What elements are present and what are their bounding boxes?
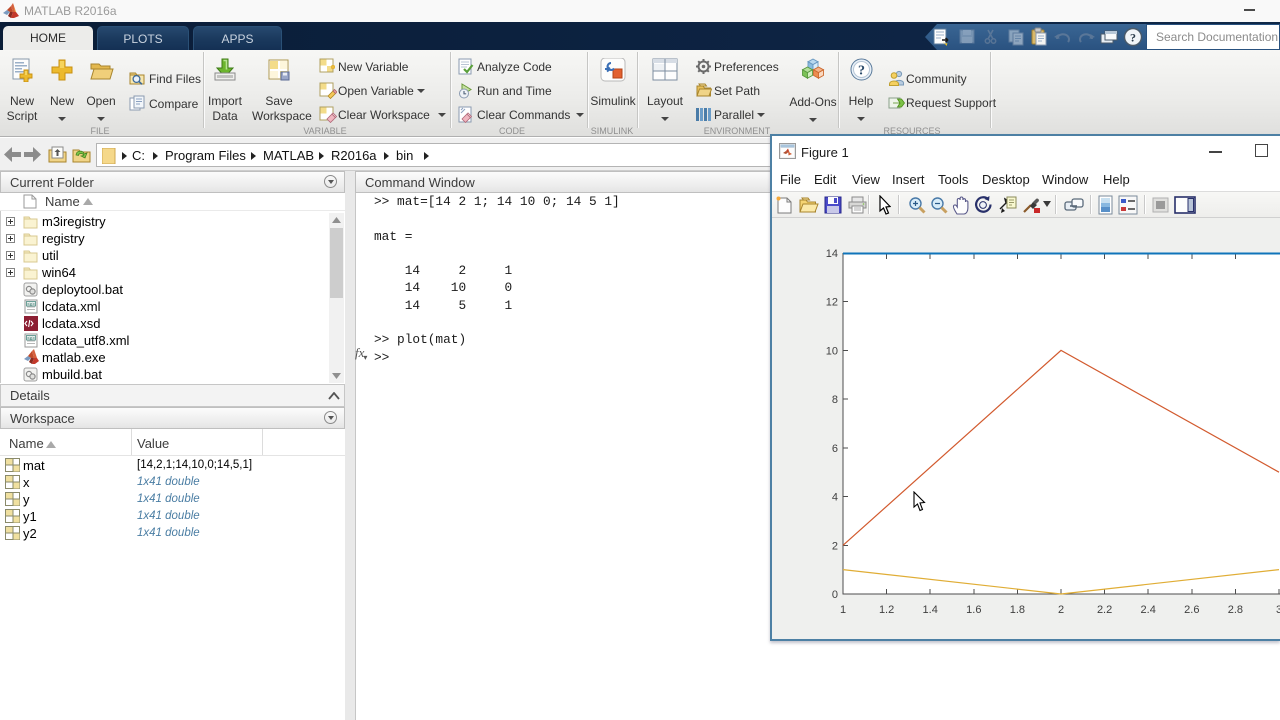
svg-text:<e>: <e> bbox=[27, 302, 35, 307]
svg-text:1: 1 bbox=[840, 604, 846, 616]
svg-text:2: 2 bbox=[832, 540, 838, 552]
svg-text:6: 6 bbox=[832, 443, 838, 455]
svg-text:0: 0 bbox=[832, 589, 838, 601]
svg-text:2.8: 2.8 bbox=[1228, 604, 1243, 616]
svg-text:1.6: 1.6 bbox=[966, 604, 981, 616]
svg-text:<e>: <e> bbox=[27, 336, 35, 341]
svg-text:12: 12 bbox=[826, 297, 838, 309]
svg-text:2: 2 bbox=[1058, 604, 1064, 616]
svg-text:?: ? bbox=[858, 64, 865, 79]
svg-text:2.6: 2.6 bbox=[1184, 604, 1199, 616]
svg-text:1.2: 1.2 bbox=[879, 604, 894, 616]
svg-text:10: 10 bbox=[826, 345, 838, 357]
svg-text:?: ? bbox=[1130, 31, 1136, 45]
svg-text:1.4: 1.4 bbox=[923, 604, 938, 616]
svg-text:3: 3 bbox=[1276, 604, 1280, 616]
svg-text:14: 14 bbox=[826, 248, 838, 260]
svg-text:4: 4 bbox=[832, 492, 838, 504]
svg-text:1.8: 1.8 bbox=[1010, 604, 1025, 616]
svg-text:2.4: 2.4 bbox=[1141, 604, 1156, 616]
svg-text:2.2: 2.2 bbox=[1097, 604, 1112, 616]
svg-text:8: 8 bbox=[832, 394, 838, 406]
